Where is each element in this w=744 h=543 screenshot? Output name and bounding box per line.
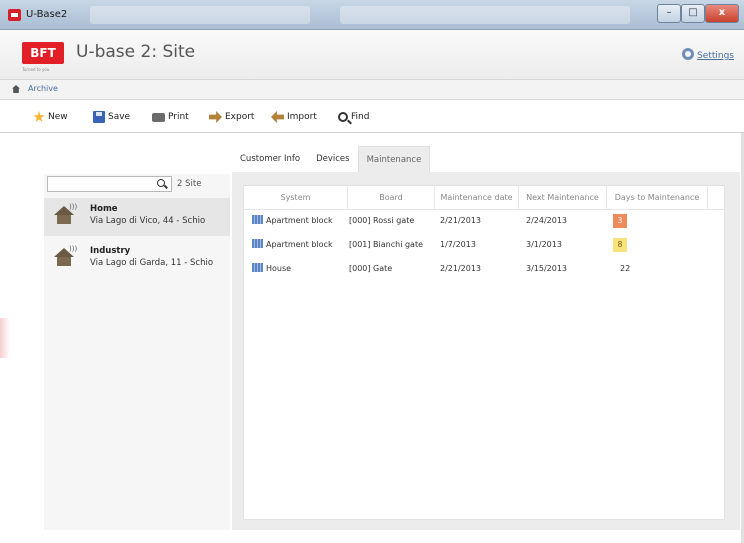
column-header-board[interactable]: Board bbox=[348, 186, 435, 210]
tab-maintenance[interactable]: Maintenance bbox=[357, 146, 431, 172]
import-label: Import bbox=[287, 112, 317, 122]
printer-icon bbox=[152, 112, 165, 122]
building-icon bbox=[252, 215, 263, 224]
export-icon bbox=[209, 111, 222, 123]
print-label: Print bbox=[168, 112, 189, 122]
titlebar-blur bbox=[90, 6, 310, 24]
building-icon bbox=[252, 239, 263, 248]
save-label: Save bbox=[108, 112, 131, 122]
cell-maintenance-date: 2/21/2013 bbox=[440, 216, 482, 225]
column-header-maintenance-date[interactable]: Maintenance date bbox=[435, 186, 519, 210]
settings-label: Settings bbox=[697, 51, 734, 61]
breadcrumb-archive[interactable]: Archive bbox=[28, 84, 58, 93]
cell-next-maintenance: 2/24/2013 bbox=[526, 216, 568, 225]
cell-system: Apartment block bbox=[252, 209, 348, 233]
cell-days: 22 bbox=[620, 264, 631, 273]
site-address: Via Lago di Garda, 11 - Schio bbox=[90, 258, 214, 268]
gear-icon bbox=[682, 48, 695, 60]
close-button[interactable]: x bbox=[705, 4, 739, 23]
maximize-button[interactable]: □ bbox=[681, 4, 705, 23]
cell-board: [000] Rossi gate bbox=[349, 216, 415, 225]
star-icon bbox=[33, 111, 45, 122]
table-header: System Board Maintenance date Next Maint… bbox=[244, 186, 726, 210]
cell-maintenance-date: 2/21/2013 bbox=[440, 264, 482, 273]
search-icon[interactable] bbox=[157, 179, 165, 187]
cell-next-maintenance: 3/15/2013 bbox=[526, 264, 568, 273]
cell-board: [000] Gate bbox=[349, 264, 393, 273]
import-button[interactable]: Import bbox=[271, 109, 317, 125]
window-title: U-Base2 bbox=[26, 9, 68, 20]
site-address: Via Lago di Vico, 44 - Schio bbox=[90, 216, 206, 226]
cell-system: Apartment block bbox=[252, 233, 348, 257]
cell-days: 8 bbox=[613, 233, 653, 257]
cell-next-maintenance: 3/1/2013 bbox=[526, 240, 562, 249]
house-icon: ))) bbox=[54, 203, 78, 224]
magnifier-icon bbox=[338, 112, 348, 122]
cell-days: 3 bbox=[613, 209, 653, 233]
site-count: 2 Site bbox=[177, 179, 202, 189]
export-label: Export bbox=[225, 112, 255, 122]
days-badge: 8 bbox=[613, 238, 627, 252]
page-title: U-base 2: Site bbox=[76, 42, 196, 62]
bft-logo: BFT bbox=[22, 42, 64, 64]
new-label: New bbox=[48, 112, 68, 122]
home-icon[interactable] bbox=[12, 85, 20, 93]
building-icon bbox=[252, 263, 263, 272]
new-button[interactable]: New bbox=[33, 109, 68, 125]
maintenance-table: System Board Maintenance date Next Maint… bbox=[243, 185, 726, 520]
logo-tagline: Turned to you bbox=[22, 67, 50, 72]
system-text: House bbox=[266, 264, 292, 273]
site-name: Home bbox=[90, 204, 118, 214]
cell-maintenance-date: 1/7/2013 bbox=[440, 240, 476, 249]
system-text: Apartment block bbox=[266, 240, 333, 249]
cell-system: House bbox=[252, 257, 348, 281]
site-search-input[interactable] bbox=[47, 176, 172, 192]
titlebar-blur bbox=[340, 6, 630, 24]
print-button[interactable]: Print bbox=[152, 109, 189, 125]
app-icon bbox=[8, 9, 21, 21]
import-icon bbox=[271, 111, 284, 123]
floppy-icon bbox=[93, 111, 105, 123]
save-button[interactable]: Save bbox=[93, 109, 130, 125]
system-text: Apartment block bbox=[266, 216, 333, 225]
column-header-next-maintenance[interactable]: Next Maintenance bbox=[519, 186, 607, 210]
find-label: Find bbox=[351, 112, 370, 122]
table-row[interactable]: House [000] Gate 2/21/2013 3/15/2013 22 bbox=[244, 257, 726, 281]
settings-link[interactable]: Settings bbox=[682, 48, 734, 61]
site-item-industry[interactable]: ))) Industry Via Lago di Garda, 11 - Sch… bbox=[44, 240, 230, 278]
table-row[interactable]: Apartment block [001] Bianchi gate 1/7/2… bbox=[244, 233, 726, 257]
tab-bar: Customer Info Devices Maintenance bbox=[232, 146, 431, 172]
app-header: BFT Turned to you U-base 2: Site Setting… bbox=[0, 30, 744, 80]
column-header-system[interactable]: System bbox=[244, 186, 348, 210]
column-header-days-to-maintenance[interactable]: Days to Maintenance bbox=[607, 186, 708, 210]
site-name: Industry bbox=[90, 246, 131, 256]
table-row[interactable]: Apartment block [000] Rossi gate 2/21/20… bbox=[244, 209, 726, 233]
minimize-button[interactable]: – bbox=[657, 4, 681, 23]
find-button[interactable]: Find bbox=[338, 109, 369, 125]
house-icon: ))) bbox=[54, 245, 78, 266]
site-item-home[interactable]: ))) Home Via Lago di Vico, 44 - Schio bbox=[44, 198, 230, 236]
toolbar: New Save Print Export Import Find bbox=[0, 100, 744, 133]
cell-board: [001] Bianchi gate bbox=[349, 240, 424, 249]
export-button[interactable]: Export bbox=[209, 109, 254, 125]
tab-customer-info[interactable]: Customer Info bbox=[232, 146, 308, 172]
breadcrumb: Archive bbox=[0, 80, 744, 100]
days-badge: 3 bbox=[613, 214, 627, 228]
window-titlebar: U-Base2 – □ x bbox=[0, 0, 744, 30]
tab-devices[interactable]: Devices bbox=[308, 146, 358, 172]
left-edge-mark bbox=[0, 318, 10, 358]
